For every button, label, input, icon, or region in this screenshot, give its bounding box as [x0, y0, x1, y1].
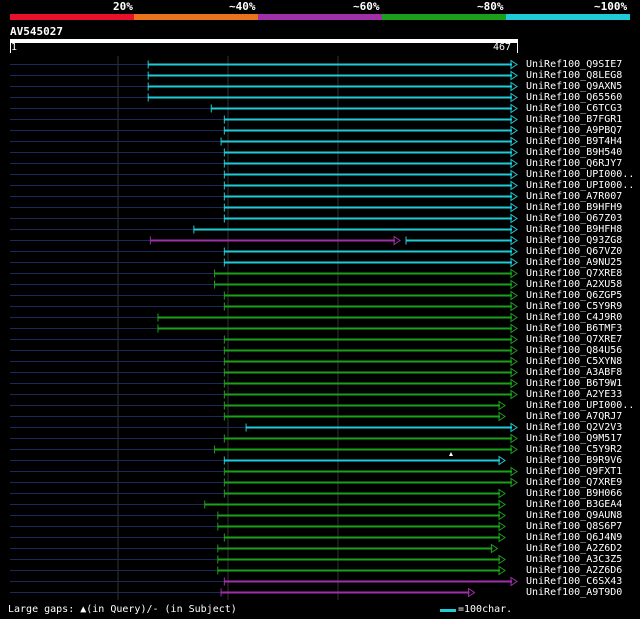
hit-label[interactable]: UniRef100_UPI000.. — [526, 180, 634, 191]
hit-label[interactable]: UniRef100_B9H066 — [526, 488, 622, 499]
hit-lines — [10, 59, 518, 598]
hit-label[interactable]: UniRef100_B9HFH9 — [526, 202, 622, 213]
hit-label[interactable]: UniRef100_Q6RJY7 — [526, 158, 622, 169]
hit-label[interactable]: UniRef100_A9NU25 — [526, 257, 622, 268]
hit-label[interactable]: UniRef100_Q6J4N9 — [526, 532, 622, 543]
hit-label[interactable]: UniRef100_Q6ZGP5 — [526, 290, 622, 301]
hit-label[interactable]: UniRef100_B6T9W1 — [526, 378, 622, 389]
hit-label[interactable]: UniRef100_B6TMF3 — [526, 323, 622, 334]
hit-label[interactable]: UniRef100_Q84U56 — [526, 345, 622, 356]
hit-label[interactable]: UniRef100_B9T4H4 — [526, 136, 622, 147]
hit-label[interactable]: UniRef100_C4J9R0 — [526, 312, 622, 323]
hit-label[interactable]: UniRef100_Q9SIE7 — [526, 59, 622, 70]
hit-label[interactable]: UniRef100_Q8LEG8 — [526, 70, 622, 81]
hit-label[interactable]: UniRef100_A3ABF8 — [526, 367, 622, 378]
hit-label[interactable]: UniRef100_C6TCG3 — [526, 103, 622, 114]
hit-label[interactable]: UniRef100_Q7XRE9 — [526, 477, 622, 488]
footer-legend: Large gaps: ▲(in Query)/- (in Subject) — [8, 604, 237, 615]
hit-label[interactable]: UniRef100_Q7XRE8 — [526, 268, 622, 279]
hit-label[interactable]: UniRef100_A9PBQ7 — [526, 125, 622, 136]
hit-label[interactable]: UniRef100_Q67VZ0 — [526, 246, 622, 257]
hit-label[interactable]: UniRef100_B9H540 — [526, 147, 622, 158]
hit-label[interactable]: UniRef100_Q9FXT1 — [526, 466, 622, 477]
hit-label[interactable]: UniRef100_Q9AXN5 — [526, 81, 622, 92]
hit-label[interactable]: UniRef100_Q9AUN8 — [526, 510, 622, 521]
hit-label[interactable]: UniRef100_A7QRJ7 — [526, 411, 622, 422]
hit-label[interactable]: UniRef100_C5Y9R9 — [526, 301, 622, 312]
hit-label[interactable]: UniRef100_B9HFH8 — [526, 224, 622, 235]
scale-bar — [440, 608, 456, 612]
hit-label[interactable]: UniRef100_UPI000.. — [526, 400, 634, 411]
scale-label: =100char. — [458, 604, 513, 615]
hit-label[interactable]: UniRef100_C6SX43 — [526, 576, 622, 587]
hit-label[interactable]: UniRef100_Q8S6P7 — [526, 521, 622, 532]
hit-label[interactable]: UniRef100_C5Y9R2 — [526, 444, 622, 455]
hit-label[interactable]: UniRef100_A2XU58 — [526, 279, 622, 290]
scale-legend: =100char. — [440, 604, 512, 616]
hit-label[interactable]: UniRef100_UPI000.. — [526, 169, 634, 180]
hit-label[interactable]: UniRef100_Q9M517 — [526, 433, 622, 444]
hit-label[interactable]: UniRef100_A9T9D0 — [526, 587, 622, 598]
hit-label[interactable]: UniRef100_B9R9V6 — [526, 455, 622, 466]
hit-label[interactable]: UniRef100_A2YE33 — [526, 389, 622, 400]
hit-label[interactable]: UniRef100_A3C3Z5 — [526, 554, 622, 565]
hit-label[interactable]: UniRef100_Q93ZG8 — [526, 235, 622, 246]
hit-label[interactable]: UniRef100_Q7XRE7 — [526, 334, 622, 345]
hit-label[interactable]: UniRef100_A2Z6D2 — [526, 543, 622, 554]
hit-label[interactable]: UniRef100_Q65560 — [526, 92, 622, 103]
hit-label[interactable]: UniRef100_A2Z6D6 — [526, 565, 622, 576]
hit-label[interactable]: UniRef100_Q2V2V3 — [526, 422, 622, 433]
hit-label[interactable]: UniRef100_Q67Z03 — [526, 213, 622, 224]
hit-label[interactable]: UniRef100_C5XYN8 — [526, 356, 622, 367]
hit-label[interactable]: UniRef100_B3GEA4 — [526, 499, 622, 510]
gap-marker-icon — [449, 452, 453, 456]
hit-label[interactable]: UniRef100_B7FGR1 — [526, 114, 622, 125]
hit-label[interactable]: UniRef100_A7R007 — [526, 191, 622, 202]
